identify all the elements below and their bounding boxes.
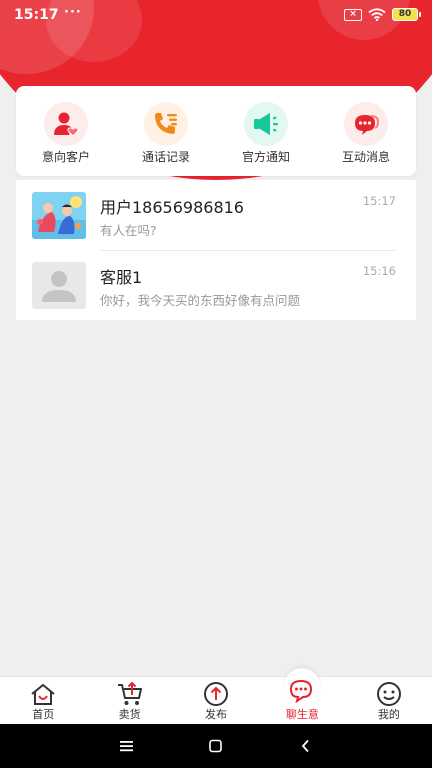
quick-action-interactive-messages[interactable]: 互动消息	[324, 86, 408, 176]
home-icon	[29, 680, 57, 708]
conversation-preview: 有人在吗?	[100, 223, 157, 238]
wifi-icon	[368, 8, 386, 21]
conversation-preview: 你好，我今天买的东西好像有点问题	[100, 293, 301, 308]
tab-publish[interactable]: 发布	[173, 677, 259, 724]
default-person-avatar	[32, 262, 86, 309]
menu-icon[interactable]	[119, 738, 135, 754]
bottom-tab-bar: 首页 卖货 发布 聊生意 我的	[0, 668, 432, 724]
cart-upload-icon	[116, 680, 144, 708]
system-navigation-bar	[0, 724, 432, 768]
quick-action-label: 意向客户	[41, 150, 90, 164]
conversation-time: 15:17	[362, 194, 396, 208]
tab-profile[interactable]: 我的	[346, 677, 432, 724]
back-icon[interactable]	[298, 738, 314, 754]
quick-action-official-notices[interactable]: 官方通知	[224, 86, 308, 176]
tab-home[interactable]: 首页	[0, 677, 86, 724]
tab-label: 我的	[377, 708, 400, 721]
illustrated-avatar	[32, 192, 86, 239]
more-notifications-icon: ···	[64, 5, 82, 20]
tab-label: 首页	[32, 708, 55, 721]
status-indicators: × 80	[344, 8, 421, 21]
conversation-name: 用户18656986816	[100, 198, 244, 217]
battery-indicator: 80	[392, 8, 421, 21]
conversation-name: 客服1	[100, 268, 143, 287]
smiley-icon	[376, 680, 402, 708]
quick-action-label: 互动消息	[341, 150, 390, 164]
tab-sell[interactable]: 卖货	[86, 677, 172, 724]
quick-actions-card: 意向客户 通话记录 官方通知 互动消息	[16, 86, 416, 176]
conversation-time: 15:16	[362, 264, 396, 278]
tab-label: 聊生意	[285, 708, 319, 721]
interested-customer-icon	[44, 102, 88, 146]
chat-bubbles-icon	[344, 102, 388, 146]
publish-arrow-icon	[203, 680, 229, 708]
status-bar: 15:17 ··· × 80	[0, 0, 432, 30]
tab-chat-business[interactable]: 聊生意	[259, 668, 345, 724]
conversation-item[interactable]: 用户18656986816 有人在吗? 15:17	[16, 180, 416, 251]
status-time: 15:17	[14, 7, 59, 23]
chat-bubble-icon	[288, 676, 316, 704]
quick-action-interested-customers[interactable]: 意向客户	[24, 86, 108, 176]
quick-action-label: 官方通知	[241, 150, 290, 164]
conversation-list: 用户18656986816 有人在吗? 15:17 客服1 你好，我今天买的东西…	[16, 180, 416, 320]
quick-action-label: 通话记录	[141, 150, 190, 164]
call-log-icon	[144, 102, 188, 146]
tab-label: 卖货	[118, 708, 141, 721]
home-button-icon[interactable]	[208, 738, 224, 754]
tab-label: 发布	[205, 708, 228, 721]
megaphone-icon	[244, 102, 288, 146]
conversation-item[interactable]: 客服1 你好，我今天买的东西好像有点问题 15:16	[16, 250, 416, 320]
no-sim-icon: ×	[344, 8, 362, 21]
quick-action-call-records[interactable]: 通话记录	[124, 86, 208, 176]
